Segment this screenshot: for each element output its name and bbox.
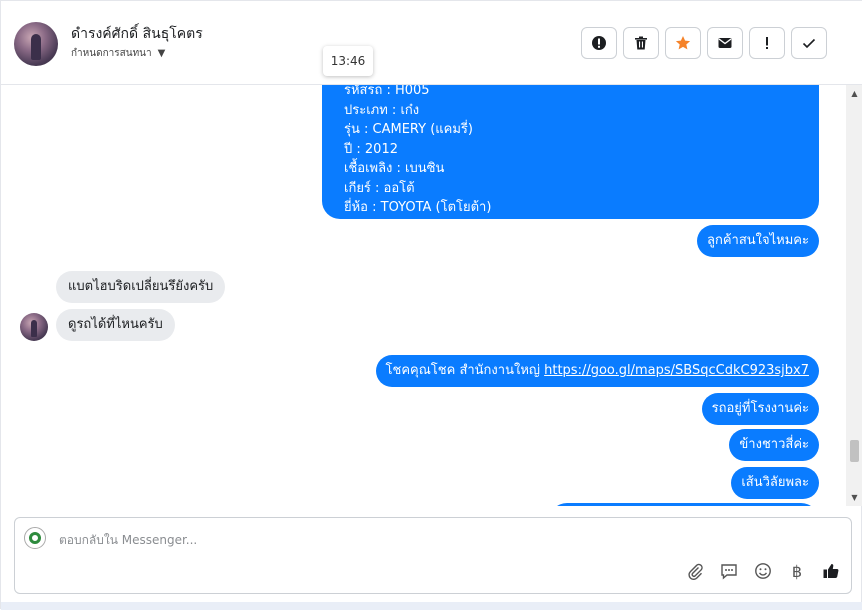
conversation-actions [581,27,827,59]
card-line: ปี : 2012 [344,141,398,157]
outgoing-message[interactable]: ข้างชาวสี่ค่ะ [729,429,819,461]
star-button[interactable] [665,27,701,59]
exclamation-icon [766,37,768,49]
incoming-message[interactable]: แบตไฮบริดเปลี่ยนรึยังครับ [56,271,226,303]
contact-avatar[interactable] [14,22,58,66]
contact-avatar-small[interactable] [20,313,48,341]
delete-button[interactable] [623,27,659,59]
maps-link[interactable]: https://goo.gl/maps/SBSqcCdkC923sjbx7 [544,363,809,378]
assign-label: กำหนดการสนทนา [71,48,152,59]
card-line: ยี่ห้อ : TOYOTA (โตโยต้า) [344,200,492,215]
trash-icon [635,36,647,50]
star-icon [675,36,691,50]
reply-input[interactable] [59,530,659,550]
conversation-header: ดำรงค์ศักดิ์ สินธุโคตร กำหนดการสนทนา ▼ [1,1,862,85]
baht-icon: ฿ [791,561,803,581]
outgoing-message-with-link[interactable]: โชคคุณโชค สำนักงานใหญ่ https://goo.gl/ma… [375,355,819,387]
outgoing-message[interactable]: รถอยู่ที่โรงงานค่ะ [701,393,819,425]
envelope-icon [718,38,732,48]
messenger-window: ดำรงค์ศักดิ์ สินธุโคตร กำหนดการสนทนา ▼ 1… [0,0,862,610]
message-text: โชคคุณโชค สำนักงานใหญ่ [385,363,540,378]
message-thread[interactable]: รหัสรถ : H005 ประเภท : เก๋ง รุ่น : CAMER… [1,85,846,506]
incoming-message[interactable]: ดูรถได้ที่ไหนครับ [56,309,175,341]
outgoing-message[interactable]: ลูกค้าสนใจไหมคะ [697,225,819,257]
contact-name[interactable]: ดำรงค์ศักดิ์ สินธุโคตร [71,23,203,45]
composer-tools: ฿ [685,561,841,581]
scroll-up-arrow-icon[interactable]: ▲ [846,85,862,102]
caret-down-icon: ▼ [157,48,166,59]
emoji-button[interactable] [753,561,773,581]
page-logo-icon [24,527,46,549]
timestamp-tooltip: 13:46 [323,46,373,76]
card-line: รุ่น : CAMERY (แคมรี่) [344,122,473,137]
card-line: รหัสรถ : H005 [344,85,430,98]
assign-conversation-dropdown[interactable]: กำหนดการสนทนา ▼ [71,46,165,61]
payment-button[interactable]: ฿ [787,561,807,581]
outgoing-message[interactable]: เส้นวิลัยพละ [731,467,819,499]
mark-done-button[interactable] [791,27,827,59]
saved-reply-button[interactable] [719,561,739,581]
attachment-button[interactable] [685,561,705,581]
card-line: เชื้อเพลิง : เบนซิน [344,161,445,176]
card-line: เกียร์ : ออโต้ [344,180,415,196]
thread-scrollbar[interactable]: ▲ ▼ [846,85,862,506]
mark-unread-button[interactable] [707,27,743,59]
attachment-icon [688,563,703,580]
follow-up-button[interactable] [749,27,785,59]
check-icon [802,38,816,49]
thumbs-up-icon [823,564,839,578]
report-spam-button[interactable] [581,27,617,59]
card-line: ประเภท : เก๋ง [344,102,420,118]
emoji-icon [755,563,771,579]
scroll-down-arrow-icon[interactable]: ▼ [846,489,862,506]
scrollbar-thumb[interactable] [850,440,859,462]
reply-composer: ฿ [14,517,852,594]
thumbs-up-button[interactable] [821,561,841,581]
car-info-message[interactable]: รหัสรถ : H005 ประเภท : เก๋ง รุ่น : CAMER… [322,85,819,219]
outgoing-message-partial[interactable] [549,503,819,506]
saved-reply-icon [721,564,737,580]
alert-circle-icon [592,36,606,50]
